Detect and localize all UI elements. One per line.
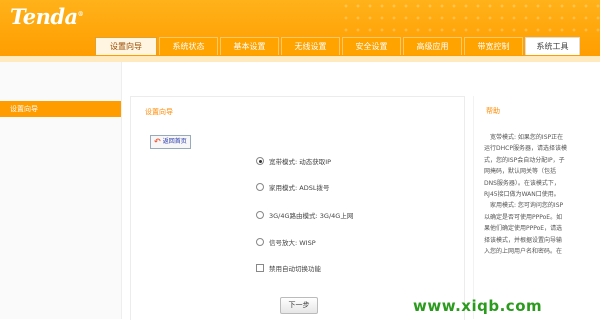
tenda-logo: Tenda® <box>10 4 84 29</box>
back-home-label: 返回首页 <box>162 138 187 145</box>
main-tabs: 设置向导 系统状态 基本设置 无线设置 安全设置 高级应用 带宽控制 系统工具 <box>95 37 580 55</box>
radio-dynamic-ip[interactable] <box>256 157 264 165</box>
main-panel: 设置向导 ↶ 返回首页 宽带模式: 动态获取IP 家用模式: ADSL拨号 3G… <box>130 96 465 320</box>
help-title: 帮助 <box>486 107 500 115</box>
header-pattern <box>340 0 600 40</box>
help-text: 宽带模式: 如果您的ISP正在 运行DHCP服务器，请选择该模 式，您的ISP会… <box>484 134 567 256</box>
back-arrow-icon: ↶ <box>154 137 161 146</box>
sidebar-item-setup-wizard[interactable]: 设置向导 <box>0 101 121 117</box>
back-home-button[interactable]: ↶ 返回首页 <box>150 135 191 149</box>
tab-security-settings[interactable]: 安全设置 <box>342 37 401 55</box>
option-label: 禁用自动切换功能 <box>269 265 321 273</box>
option-label: 3G/4G路由模式: 3G/4G上网 <box>269 212 354 220</box>
next-button[interactable]: 下一步 <box>280 297 318 314</box>
header-bar: Tenda® 设置向导 系统状态 基本设置 无线设置 安全设置 高级应用 带宽控… <box>0 0 600 56</box>
radio-3g4g[interactable] <box>256 211 264 219</box>
option-3g4g[interactable]: 3G/4G路由模式: 3G/4G上网 <box>256 210 353 220</box>
option-label: 宽带模式: 动态获取IP <box>269 158 332 166</box>
tab-bandwidth-control[interactable]: 带宽控制 <box>464 37 523 55</box>
option-adsl[interactable]: 家用模式: ADSL拨号 <box>256 182 329 192</box>
tab-advanced[interactable]: 高级应用 <box>403 37 462 55</box>
watermark: www.xiqb.com <box>413 297 543 315</box>
radio-wisp[interactable] <box>256 238 264 246</box>
option-label: 家用模式: ADSL拨号 <box>269 184 330 192</box>
tab-system-tools[interactable]: 系统工具 <box>525 37 580 55</box>
option-wisp[interactable]: 信号放大: WISP <box>256 237 316 247</box>
tab-wireless-settings[interactable]: 无线设置 <box>281 37 340 55</box>
page-title: 设置向导 <box>145 108 173 116</box>
checkbox-disable-auto-switch[interactable] <box>256 264 264 272</box>
sidebar: 设置向导 <box>0 62 122 319</box>
tab-setup-wizard[interactable]: 设置向导 <box>95 37 157 55</box>
option-label: 信号放大: WISP <box>269 239 316 247</box>
tab-basic-settings[interactable]: 基本设置 <box>220 37 279 55</box>
option-dynamic-ip[interactable]: 宽带模式: 动态获取IP <box>256 156 331 166</box>
help-panel: 帮助 宽带模式: 如果您的ISP正在 运行DHCP服务器，请选择该模 式，您的I… <box>473 96 600 319</box>
tab-system-status[interactable]: 系统状态 <box>159 37 218 55</box>
option-disable-auto-switch[interactable]: 禁用自动切换功能 <box>256 263 321 273</box>
radio-adsl[interactable] <box>256 183 264 191</box>
